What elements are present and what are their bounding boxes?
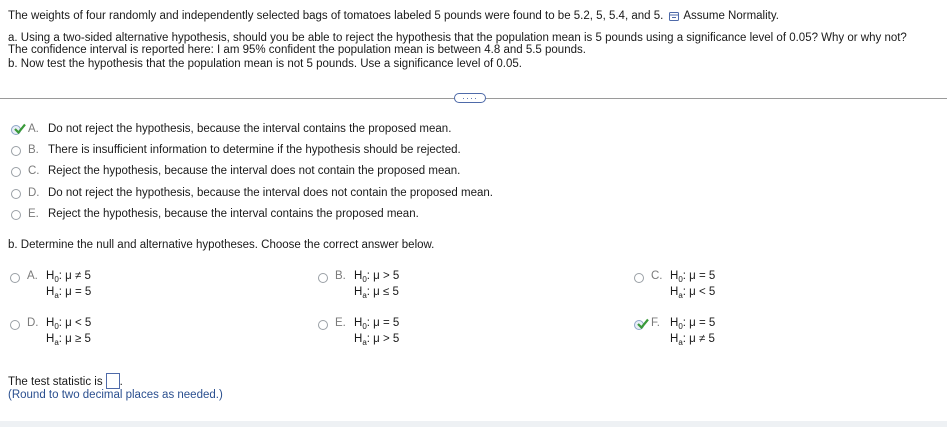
expand-more-button[interactable]: ···· <box>454 93 486 103</box>
hypothesis-relation: ≥ 5 <box>71 333 91 345</box>
mu-symbol: μ <box>373 333 380 345</box>
hypothesis-option-d[interactable]: D. H0: μ < 5 Ha: μ ≥ 5 <box>10 317 210 351</box>
mu-symbol: μ <box>65 270 72 282</box>
choice-text: There is insufficient information to det… <box>48 144 461 156</box>
hypothesis-relation: ≤ 5 <box>379 286 399 298</box>
choice-letter: B. <box>28 144 39 156</box>
choice-letter: D. <box>27 317 39 329</box>
mu-symbol: μ <box>373 270 380 282</box>
question-intro: The weights of four randomly and indepen… <box>8 10 664 22</box>
choice-text: Do not reject the hypothesis, because th… <box>48 187 493 199</box>
choice-letter: B. <box>335 270 346 282</box>
mu-symbol: μ <box>689 270 696 282</box>
alternative-hypothesis: Ha: μ = 5 <box>46 284 91 304</box>
confidence-interval-note: The confidence interval is reported here… <box>8 44 586 56</box>
assume-normality: Assume Normality. <box>683 10 779 22</box>
test-statistic-line: The test statistic is. <box>8 373 123 389</box>
radio-button[interactable] <box>11 189 21 199</box>
mu-symbol: μ <box>373 317 380 329</box>
radio-button[interactable] <box>11 210 21 220</box>
radio-button[interactable] <box>10 273 20 283</box>
alternative-hypothesis: Ha: μ ≠ 5 <box>670 331 715 351</box>
rounding-hint: (Round to two decimal places as needed.) <box>8 389 223 401</box>
test-statistic-suffix: . <box>119 376 123 388</box>
part-b-question: b. Now test the hypothesis that the popu… <box>8 58 522 70</box>
choice-text: Reject the hypothesis, because the inter… <box>48 208 419 220</box>
hypothesis-relation: = 5 <box>695 270 716 282</box>
radio-button[interactable] <box>11 167 21 177</box>
hypothesis-relation: ≠ 5 <box>695 333 715 345</box>
choice-letter: C. <box>651 270 663 282</box>
mu-symbol: μ <box>373 286 380 298</box>
choice-option-b[interactable]: B. There is insufficient information to d… <box>0 144 600 160</box>
choice-letter: F. <box>651 317 660 329</box>
choice-letter: D. <box>28 187 40 199</box>
choice-option-a[interactable]: A. Do not reject the hypothesis, because … <box>0 123 600 139</box>
choice-text: Do not reject the hypothesis, because th… <box>48 123 452 135</box>
test-statistic-input[interactable] <box>105 373 120 389</box>
choice-option-d[interactable]: D. Do not reject the hypothesis, because … <box>0 187 600 203</box>
choice-option-c[interactable]: C. Reject the hypothesis, because the int… <box>0 165 600 181</box>
radio-button[interactable] <box>11 146 21 156</box>
hypothesis-relation: < 5 <box>695 286 716 298</box>
bottom-toolbar <box>0 421 947 427</box>
check-icon <box>637 318 649 332</box>
check-icon <box>14 123 26 137</box>
mu-symbol: μ <box>689 333 696 345</box>
hypothesis-option-c[interactable]: C. H0: μ = 5 Ha: μ < 5 <box>634 270 834 304</box>
hypothesis-option-f[interactable]: F. H0: μ = 5 Ha: μ ≠ 5 <box>634 317 834 351</box>
mu-symbol: μ <box>689 286 696 298</box>
mu-symbol: μ <box>689 317 696 329</box>
radio-button[interactable] <box>10 320 20 330</box>
hypothesis-relation: = 5 <box>71 286 92 298</box>
choice-letter: C. <box>28 165 40 177</box>
radio-button[interactable] <box>318 273 328 283</box>
mu-symbol: μ <box>65 333 72 345</box>
hypothesis-option-b[interactable]: B. H0: μ > 5 Ha: μ ≤ 5 <box>318 270 518 304</box>
hypothesis-option-a[interactable]: A. H0: μ ≠ 5 Ha: μ = 5 <box>10 270 210 304</box>
alternative-hypothesis: Ha: μ > 5 <box>354 331 399 351</box>
choice-letter: E. <box>28 208 39 220</box>
test-statistic-label: The test statistic is <box>8 376 103 388</box>
choice-letter: E. <box>335 317 346 329</box>
hypothesis-relation: = 5 <box>379 317 400 329</box>
radio-button[interactable] <box>634 273 644 283</box>
radio-button[interactable] <box>318 320 328 330</box>
hypothesis-relation: = 5 <box>695 317 716 329</box>
alternative-hypothesis: Ha: μ < 5 <box>670 284 715 304</box>
choice-letter: A. <box>27 270 38 282</box>
choice-text: Reject the hypothesis, because the inter… <box>48 165 461 177</box>
choice-option-e[interactable]: E. Reject the hypothesis, because the int… <box>0 208 600 224</box>
mu-symbol: μ <box>65 286 72 298</box>
alternative-hypothesis: Ha: μ ≥ 5 <box>46 331 91 351</box>
choice-letter: A. <box>28 123 39 135</box>
part-b-prompt: b. Determine the null and alternative hy… <box>8 239 435 251</box>
data-attachment-icon[interactable] <box>669 11 680 26</box>
hypothesis-relation: > 5 <box>379 270 400 282</box>
mu-symbol: μ <box>65 317 72 329</box>
hypothesis-relation: > 5 <box>379 333 400 345</box>
question-intro-line: The weights of four randomly and indepen… <box>8 9 779 26</box>
hypothesis-relation: ≠ 5 <box>71 270 91 282</box>
alternative-hypothesis: Ha: μ ≤ 5 <box>354 284 399 304</box>
hypothesis-option-e[interactable]: E. H0: μ = 5 Ha: μ > 5 <box>318 317 518 351</box>
hypothesis-relation: < 5 <box>71 317 92 329</box>
